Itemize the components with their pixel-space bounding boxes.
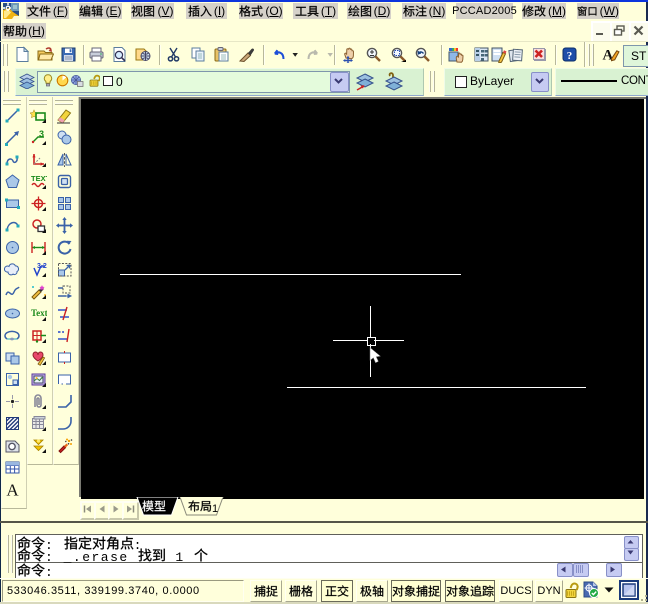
svg-text:?: ? (567, 50, 573, 62)
svg-text:Text: Text (31, 308, 47, 318)
svg-text:A: A (6, 481, 19, 498)
svg-text:TEXT: TEXT (31, 174, 47, 183)
